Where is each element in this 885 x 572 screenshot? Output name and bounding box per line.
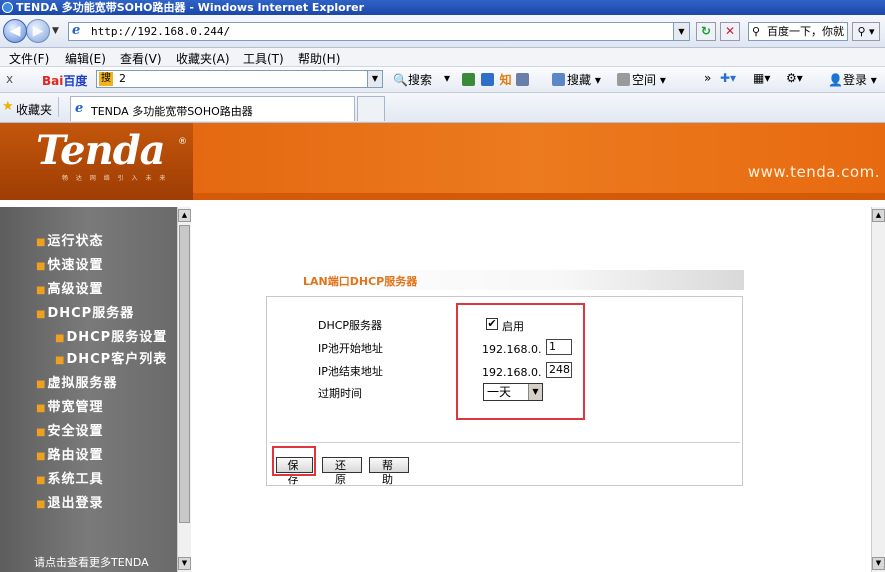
search-input[interactable]: ⚲ 百度一下，你就: [748, 22, 848, 41]
baidu-settings-icon[interactable]: ▾: [444, 71, 450, 85]
nav-item-security[interactable]: ■安全设置: [36, 420, 103, 439]
restore-button[interactable]: 还原: [322, 457, 362, 486]
address-url[interactable]: http://192.168.0.244/: [91, 25, 230, 38]
scroll-up-icon[interactable]: ▲: [872, 209, 885, 222]
scroll-down-icon[interactable]: ▼: [178, 557, 191, 570]
baidu-search-button[interactable]: 🔍搜索: [393, 71, 432, 88]
divider: [270, 442, 740, 443]
baidu-space-button[interactable]: 空间 ▾: [617, 71, 666, 88]
dhcp-server-label: DHCP服务器: [318, 319, 383, 332]
add-icon[interactable]: ✚▾: [720, 71, 736, 85]
nav-item-system-tools[interactable]: ■系统工具: [36, 468, 103, 487]
address-bar[interactable]: e http://192.168.0.244/ ▼: [68, 22, 690, 41]
gear-icon[interactable]: ⚙▾: [786, 71, 803, 85]
baidu-tool-icons[interactable]: 知: [462, 71, 531, 88]
nav-item-quick-setup[interactable]: ■快速设置: [36, 254, 103, 273]
nav-item-logout[interactable]: ■退出登录: [36, 492, 103, 511]
window-title-bar: TENDA 多功能宽带SOHO路由器 - Windows Internet Ex…: [0, 0, 885, 15]
baidu-dropdown-icon[interactable]: ▼: [367, 71, 382, 87]
nav-scrollbar[interactable]: ▲ ▼: [177, 207, 191, 572]
know-icon[interactable]: 知: [500, 73, 512, 87]
nav-item-dhcp[interactable]: ■DHCP服务器: [36, 302, 134, 321]
tab-title: TENDA 多功能宽带SOHO路由器: [91, 105, 253, 118]
tenda-slogan: 畅 达 网 络 引 入 未 来: [62, 175, 169, 182]
menu-tools[interactable]: 工具(T): [243, 50, 284, 67]
ie-logo-icon: [2, 2, 13, 13]
close-toolbar-icon[interactable]: x: [6, 72, 13, 86]
favorites-label[interactable]: 收藏夹: [16, 101, 52, 118]
nav-item-advanced[interactable]: ■高级设置: [36, 278, 103, 297]
tenda-logo: Tenda: [36, 127, 166, 174]
favorites-star-icon[interactable]: ★: [2, 99, 14, 114]
page-icon: e: [75, 101, 84, 116]
more-link[interactable]: 请点击查看更多TENDA: [34, 554, 149, 570]
nav-item-bandwidth[interactable]: ■带宽管理: [36, 396, 103, 415]
header-band: [193, 193, 885, 200]
back-button[interactable]: ◀: [3, 19, 27, 43]
menu-edit[interactable]: 编辑(E): [65, 50, 106, 67]
browser-tab-tenda[interactable]: e TENDA 多功能宽带SOHO路由器: [70, 96, 355, 121]
forward-button[interactable]: ▶: [26, 19, 50, 43]
nav-item-routing[interactable]: ■路由设置: [36, 444, 103, 463]
menu-bar: 文件(F) 编辑(E) 查看(V) 收藏夹(A) 工具(T) 帮助(H): [0, 48, 885, 67]
search-engine-icon: ⚲: [752, 25, 761, 38]
menu-favorites[interactable]: 收藏夹(A): [176, 50, 230, 67]
baidu-favorites-button[interactable]: 搜藏 ▾: [552, 71, 601, 88]
tenda-logo-box: Tenda ® 畅 达 网 络 引 入 未 来: [0, 123, 193, 200]
baidu-toolbar: x Bai百度 搜 2 ▼ 🔍搜索 ▾ 知 搜藏 ▾ 空间 ▾ » ✚▾ ▦▾ …: [0, 67, 885, 93]
nav-item-dhcp-clients[interactable]: ■DHCP客户列表: [55, 348, 167, 367]
menu-help[interactable]: 帮助(H): [298, 50, 340, 67]
website-link[interactable]: www.tenda.com.: [748, 163, 880, 181]
address-toolbar: ◀ ▶ ▼ e http://192.168.0.244/ ▼ ↻ ✕ ⚲ 百度…: [0, 15, 885, 48]
scroll-down-icon[interactable]: ▼: [872, 557, 885, 570]
nav-item-status[interactable]: ■运行状态: [36, 230, 103, 249]
baidu-search-input[interactable]: 搜 2 ▼: [96, 70, 383, 88]
address-dropdown-icon[interactable]: ▼: [673, 23, 689, 40]
photo-icon[interactable]: [480, 73, 494, 86]
highlight-box-save: [272, 446, 316, 476]
grid-icon[interactable]: ▦▾: [753, 71, 770, 85]
image-icon[interactable]: [462, 73, 475, 86]
registered-icon: ®: [178, 137, 187, 147]
menu-view[interactable]: 查看(V): [120, 50, 162, 67]
refresh-button[interactable]: ↻: [696, 22, 716, 41]
ip-end-label: IP池结束地址: [318, 365, 383, 378]
menu-file[interactable]: 文件(F): [9, 50, 49, 67]
main-scrollbar[interactable]: ▲ ▼: [871, 207, 885, 572]
divider: [58, 97, 59, 117]
left-nav: ■运行状态 ■快速设置 ■高级设置 ■DHCP服务器 ■DHCP服务设置 ■DH…: [0, 207, 177, 572]
router-header: Tenda ® 畅 达 网 络 引 入 未 来 www.tenda.com.: [0, 123, 885, 200]
new-tab-button[interactable]: [357, 96, 385, 121]
highlight-box-settings: [456, 303, 585, 420]
ip-start-label: IP池开始地址: [318, 342, 383, 355]
stop-button[interactable]: ✕: [720, 22, 740, 41]
scroll-up-icon[interactable]: ▲: [178, 209, 191, 222]
nav-item-virtual-server[interactable]: ■虚拟服务器: [36, 372, 117, 391]
lease-time-label: 过期时间: [318, 387, 362, 400]
help-button[interactable]: 帮助: [369, 457, 409, 486]
search-button[interactable]: ⚲ ▾: [852, 22, 880, 41]
history-dropdown-icon[interactable]: ▼: [52, 26, 59, 36]
baidu-logo: Bai百度: [42, 74, 88, 88]
page-title: LAN端口DHCP服务器: [303, 275, 418, 288]
page-icon: e: [72, 23, 81, 38]
panel-title-bar: LAN端口DHCP服务器: [293, 270, 744, 290]
calendar-icon[interactable]: [515, 73, 529, 86]
nav-item-dhcp-settings[interactable]: ■DHCP服务设置: [55, 326, 167, 345]
scroll-thumb[interactable]: [179, 225, 190, 523]
search-tag-icon: 搜: [99, 72, 113, 86]
login-button[interactable]: 👤登录 ▾: [828, 71, 877, 88]
favorites-bar: ★ 收藏夹 e TENDA 多功能宽带SOHO路由器: [0, 93, 885, 123]
more-icon[interactable]: »: [704, 71, 711, 85]
window-title: TENDA 多功能宽带SOHO路由器 - Windows Internet Ex…: [16, 1, 365, 14]
